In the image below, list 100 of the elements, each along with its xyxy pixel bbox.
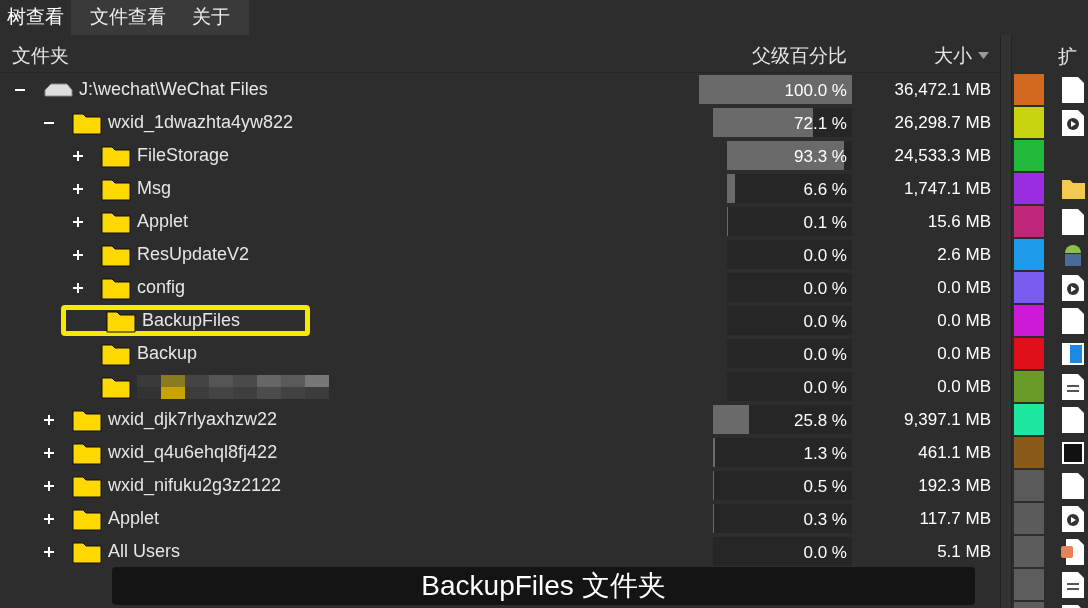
folder-name[interactable]: Applet bbox=[137, 208, 189, 235]
folder-icon bbox=[101, 275, 131, 300]
percent-text: 0.0 % bbox=[803, 542, 847, 564]
folder-icon bbox=[101, 176, 131, 201]
folder-name[interactable]: wxid_q4u6ehql8fj422 bbox=[108, 439, 278, 466]
file-icon bbox=[1061, 471, 1085, 500]
document-icon bbox=[1061, 372, 1085, 401]
size-text: 36,472.1 MB bbox=[893, 78, 991, 101]
folder-icon bbox=[101, 374, 131, 399]
expand-icon[interactable] bbox=[73, 249, 83, 260]
size-text: 0.0 MB bbox=[936, 309, 991, 332]
folder-icon bbox=[101, 242, 131, 267]
tree-row[interactable]: wxid_q4u6ehql8fj422 1.3 % 461.1 MB bbox=[0, 436, 1000, 469]
tree-row[interactable]: ResUpdateV2 0.0 % 2.6 MB bbox=[0, 238, 1000, 271]
tree-row[interactable]: Backup 0.0 % 0.0 MB bbox=[0, 337, 1000, 370]
subtitle-text: BackupFiles 文件夹 bbox=[421, 569, 666, 603]
tree-row[interactable]: wxid_nifuku2g3z2122 0.5 % 192.3 MB bbox=[0, 469, 1000, 502]
expand-icon[interactable] bbox=[73, 183, 83, 194]
tree-row[interactable]: wxid_1dwazhta4yw822 72.1 % 26,298.7 MB bbox=[0, 106, 1000, 139]
size-text: 0.0 MB bbox=[936, 342, 991, 365]
file-icon bbox=[1061, 75, 1085, 104]
folder-icon bbox=[72, 473, 102, 498]
file-icon bbox=[1061, 207, 1085, 236]
tree-row[interactable]: Msg 6.6 % 1,747.1 MB bbox=[0, 172, 1000, 205]
size-text: 117.7 MB bbox=[918, 507, 991, 530]
tree-row[interactable]: FileStorage 93.3 % 24,533.3 MB bbox=[0, 139, 1000, 172]
percent-text: 0.0 % bbox=[803, 344, 847, 366]
tree-row[interactable]: config 0.0 % 0.0 MB bbox=[0, 271, 1000, 304]
folder-icon bbox=[106, 308, 136, 333]
size-text: 26,298.7 MB bbox=[893, 111, 991, 134]
column-header[interactable]: 父级百分比 bbox=[690, 41, 855, 70]
folder-name[interactable]: wxid_1dwazhta4yw822 bbox=[108, 109, 294, 136]
folder-name[interactable]: All Users bbox=[108, 538, 180, 565]
tree-row[interactable]: J:\wechat\WeChat Files 100.0 % 36,472.1 MB bbox=[0, 73, 1000, 106]
percent-text: 1.3 % bbox=[803, 443, 847, 465]
folder-name[interactable]: Backup bbox=[137, 340, 198, 367]
tree-row[interactable]: Applet 0.1 % 15.6 MB bbox=[0, 205, 1000, 238]
folder-icon bbox=[72, 506, 102, 531]
size-text: 192.3 MB bbox=[917, 474, 991, 497]
document-icon bbox=[1061, 570, 1085, 599]
expand-icon[interactable] bbox=[73, 216, 83, 227]
folder-name[interactable]: Msg bbox=[137, 175, 171, 202]
percent-text: 0.3 % bbox=[803, 509, 847, 531]
archive-icon bbox=[1061, 440, 1085, 465]
expand-icon[interactable] bbox=[44, 447, 54, 458]
image-file-icon bbox=[1061, 341, 1085, 366]
expand-icon[interactable] bbox=[73, 150, 83, 161]
folder-name[interactable]: wxid_nifuku2g3z2122 bbox=[108, 472, 282, 499]
folder-icon bbox=[72, 440, 102, 465]
folder-name[interactable]: J:\wechat\WeChat Files bbox=[79, 76, 268, 103]
percent-text: 0.1 % bbox=[803, 212, 847, 234]
column-header[interactable]: 文件夹 bbox=[0, 41, 690, 70]
folder-icon bbox=[101, 341, 131, 366]
percent-text: 0.0 % bbox=[803, 245, 847, 267]
tree-row[interactable]: wxid_djk7rlyaxhzw22 25.8 % 9,397.1 MB bbox=[0, 403, 1000, 436]
percent-text: 100.0 % bbox=[784, 80, 847, 102]
folder-name[interactable]: Applet bbox=[108, 505, 160, 532]
folder-icon bbox=[101, 209, 131, 234]
folder-name[interactable]: wxid_djk7rlyaxhzw22 bbox=[108, 406, 278, 433]
folder-name[interactable]: FileStorage bbox=[137, 142, 230, 169]
folder-icon bbox=[72, 110, 102, 135]
percent-text: 0.5 % bbox=[803, 476, 847, 498]
folder-name[interactable]: config bbox=[137, 274, 186, 301]
percent-text: 0.0 % bbox=[803, 377, 847, 399]
size-text: 0.0 MB bbox=[936, 375, 991, 398]
percent-text: 72.1 % bbox=[794, 113, 847, 135]
column-header[interactable]: 扩 bbox=[1058, 42, 1077, 71]
expand-icon[interactable] bbox=[44, 513, 54, 524]
tree-row[interactable]: All Users 0.0 % 5.1 MB bbox=[0, 535, 1000, 568]
column-header[interactable]: 大小 bbox=[934, 41, 972, 70]
size-text: 2.6 MB bbox=[936, 243, 991, 266]
size-text: 0.0 MB bbox=[936, 276, 991, 299]
folder-icon bbox=[1061, 177, 1085, 200]
size-text: 15.6 MB bbox=[926, 210, 991, 233]
expand-icon[interactable] bbox=[73, 282, 83, 293]
file-icon bbox=[1061, 306, 1085, 335]
video-file-icon bbox=[1061, 273, 1085, 302]
expand-icon[interactable] bbox=[44, 480, 54, 491]
percent-text: 6.6 % bbox=[803, 179, 847, 201]
size-text: 1,747.1 MB bbox=[903, 177, 991, 200]
folder-name[interactable]: ResUpdateV2 bbox=[137, 241, 250, 268]
percent-text: 0.0 % bbox=[803, 311, 847, 333]
expand-icon[interactable] bbox=[44, 414, 54, 425]
percent-text: 0.0 % bbox=[803, 278, 847, 300]
size-text: 5.1 MB bbox=[936, 540, 991, 563]
tree-row[interactable]: BackupFiles 0.0 % 0.0 MB bbox=[0, 304, 1000, 337]
percent-text: 25.8 % bbox=[794, 410, 847, 432]
video-file-icon bbox=[1061, 504, 1085, 533]
tree-row[interactable]: 0.0 % 0.0 MB bbox=[0, 370, 1000, 403]
sort-caret-icon bbox=[978, 52, 989, 60]
size-text: 9,397.1 MB bbox=[903, 408, 991, 431]
menu-tab[interactable]: 树查看 bbox=[0, 0, 71, 35]
expand-icon[interactable] bbox=[44, 546, 54, 557]
size-text: 461.1 MB bbox=[917, 441, 991, 464]
size-text: 24,533.3 MB bbox=[893, 144, 991, 167]
percent-text: 93.3 % bbox=[794, 146, 847, 168]
folder-icon bbox=[101, 143, 131, 168]
tree-row[interactable]: Applet 0.3 % 117.7 MB bbox=[0, 502, 1000, 535]
folder-icon bbox=[72, 539, 102, 564]
slides-file-icon bbox=[1061, 537, 1085, 566]
